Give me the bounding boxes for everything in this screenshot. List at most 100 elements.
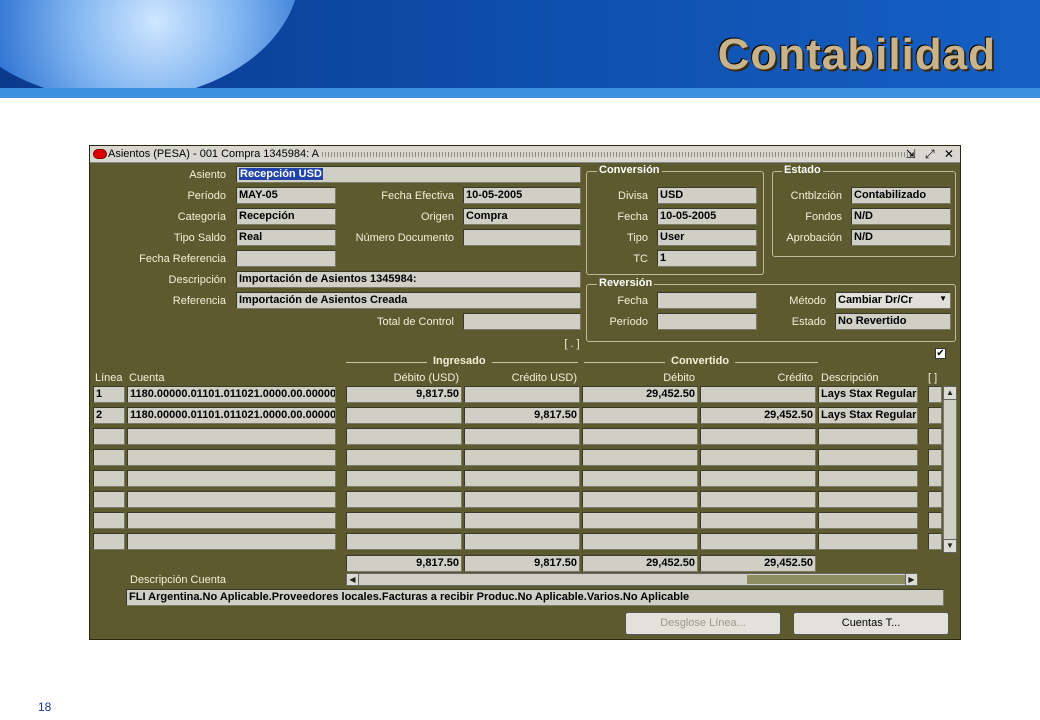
cell-credito-usd[interactable] xyxy=(464,428,580,445)
cell-cuenta[interactable] xyxy=(127,470,336,487)
window-titlebar[interactable]: Asientos (PESA) - 001 Compra 1345984: A … xyxy=(90,146,960,163)
total-control-field[interactable] xyxy=(463,313,581,330)
cell-descripcion[interactable] xyxy=(818,533,918,550)
reversion-fecha-field[interactable] xyxy=(657,292,757,309)
cell-linea[interactable] xyxy=(93,470,125,487)
scroll-left-icon[interactable]: ◀ xyxy=(346,573,359,586)
descriptive-flexfield-button[interactable]: [ . ] xyxy=(556,338,588,350)
reversion-periodo-field[interactable] xyxy=(657,313,757,330)
cell-linea[interactable] xyxy=(93,512,125,529)
cell-debito-usd[interactable]: 9,817.50 xyxy=(346,386,462,403)
scroll-up-icon[interactable]: ▲ xyxy=(943,386,957,400)
descripcion-cuenta-field[interactable]: FLI Argentina.No Aplicable.Proveedores l… xyxy=(126,589,944,606)
cell-folder[interactable] xyxy=(928,491,942,508)
fecha-referencia-field[interactable] xyxy=(236,250,336,267)
cell-linea[interactable] xyxy=(93,449,125,466)
cell-debito[interactable] xyxy=(582,512,698,529)
cell-linea[interactable]: 1 xyxy=(93,386,125,403)
cell-linea[interactable] xyxy=(93,491,125,508)
cell-debito-usd[interactable] xyxy=(346,470,462,487)
cell-debito[interactable] xyxy=(582,533,698,550)
cell-cuenta[interactable] xyxy=(127,512,336,529)
cell-debito-usd[interactable] xyxy=(346,407,462,424)
reversion-estado-field[interactable]: No Revertido xyxy=(835,313,951,330)
fecha-efectiva-field[interactable]: 10-05-2005 xyxy=(463,187,581,204)
cell-credito-usd[interactable]: 9,817.50 xyxy=(464,407,580,424)
cell-credito-usd[interactable] xyxy=(464,512,580,529)
numero-documento-field[interactable] xyxy=(463,229,581,246)
tipo-saldo-field[interactable]: Real xyxy=(236,229,336,246)
cell-debito-usd[interactable] xyxy=(346,449,462,466)
periodo-field[interactable]: MAY-05 xyxy=(236,187,336,204)
divisa-field[interactable]: USD xyxy=(657,187,757,204)
cell-cuenta[interactable] xyxy=(127,533,336,550)
cell-debito[interactable] xyxy=(582,407,698,424)
cell-folder[interactable] xyxy=(928,407,942,424)
cell-credito[interactable] xyxy=(700,449,816,466)
cell-credito[interactable] xyxy=(700,491,816,508)
conversion-fecha-field[interactable]: 10-05-2005 xyxy=(657,208,757,225)
cell-folder[interactable] xyxy=(928,386,942,403)
scroll-down-icon[interactable]: ▼ xyxy=(943,539,957,553)
cell-debito[interactable] xyxy=(582,449,698,466)
cell-folder[interactable] xyxy=(928,449,942,466)
cell-linea[interactable] xyxy=(93,533,125,550)
cell-credito-usd[interactable] xyxy=(464,491,580,508)
cell-folder[interactable] xyxy=(928,533,942,550)
cell-cuenta[interactable]: 1180.00000.01101.011021.0000.00.00000 xyxy=(127,407,336,424)
referencia-field[interactable]: Importación de Asientos Creada xyxy=(236,292,581,309)
cell-folder[interactable] xyxy=(928,470,942,487)
categoria-field[interactable]: Recepción xyxy=(236,208,336,225)
cell-credito-usd[interactable] xyxy=(464,470,580,487)
cell-debito-usd[interactable] xyxy=(346,533,462,550)
tipo-field[interactable]: User xyxy=(657,229,757,246)
metodo-select[interactable]: Cambiar Dr/Cr ▼ xyxy=(835,292,951,309)
cell-descripcion[interactable]: Lays Stax Regular xyxy=(818,407,918,424)
cell-cuenta[interactable] xyxy=(127,428,336,445)
cell-descripcion[interactable] xyxy=(818,512,918,529)
asiento-field[interactable]: Recepción USD xyxy=(236,166,581,183)
scroll-right-icon[interactable]: ▶ xyxy=(905,573,918,586)
cell-debito[interactable] xyxy=(582,491,698,508)
cell-cuenta[interactable]: 1180.00000.01101.011021.0000.00.00000 xyxy=(127,386,336,403)
cell-credito-usd[interactable] xyxy=(464,386,580,403)
cell-debito-usd[interactable] xyxy=(346,428,462,445)
window-controls[interactable]: ⇲ ⤢ ✕ xyxy=(906,147,957,162)
cell-credito[interactable] xyxy=(700,386,816,403)
cell-debito[interactable] xyxy=(582,470,698,487)
cell-descripcion[interactable] xyxy=(818,428,918,445)
cell-linea[interactable]: 2 xyxy=(93,407,125,424)
cell-credito-usd[interactable] xyxy=(464,449,580,466)
cell-folder[interactable] xyxy=(928,428,942,445)
cell-cuenta[interactable] xyxy=(127,449,336,466)
cell-credito[interactable] xyxy=(700,533,816,550)
checkbox-icon[interactable]: ✔ xyxy=(935,348,946,359)
lines-scrollbar[interactable] xyxy=(943,386,957,553)
cell-credito-usd[interactable] xyxy=(464,533,580,550)
cell-descripcion[interactable]: Lays Stax Regular xyxy=(818,386,918,403)
origen-field[interactable]: Compra xyxy=(463,208,581,225)
cell-descripcion[interactable] xyxy=(818,470,918,487)
cell-descripcion[interactable] xyxy=(818,449,918,466)
horizontal-scrollbar[interactable] xyxy=(346,573,918,586)
cell-debito[interactable]: 29,452.50 xyxy=(582,386,698,403)
cell-credito[interactable] xyxy=(700,428,816,445)
cell-folder[interactable] xyxy=(928,512,942,529)
descripcion-field[interactable]: Importación de Asientos 1345984: xyxy=(236,271,581,288)
cntblzcion-field[interactable]: Contabilizado xyxy=(851,187,951,204)
scroll-thumb[interactable] xyxy=(747,575,905,584)
cell-debito-usd[interactable] xyxy=(346,491,462,508)
fondos-field[interactable]: N/D xyxy=(851,208,951,225)
tc-field[interactable]: 1 xyxy=(657,250,757,267)
cell-descripcion[interactable] xyxy=(818,491,918,508)
cell-debito-usd[interactable] xyxy=(346,512,462,529)
desglose-linea-button[interactable]: Desglose Línea... xyxy=(625,612,781,635)
cell-debito[interactable] xyxy=(582,428,698,445)
aprobacion-field[interactable]: N/D xyxy=(851,229,951,246)
cuentas-t-button[interactable]: Cuentas T... xyxy=(793,612,949,635)
cell-credito[interactable]: 29,452.50 xyxy=(700,407,816,424)
cell-linea[interactable] xyxy=(93,428,125,445)
cell-credito[interactable] xyxy=(700,512,816,529)
cell-cuenta[interactable] xyxy=(127,491,336,508)
cell-credito[interactable] xyxy=(700,470,816,487)
